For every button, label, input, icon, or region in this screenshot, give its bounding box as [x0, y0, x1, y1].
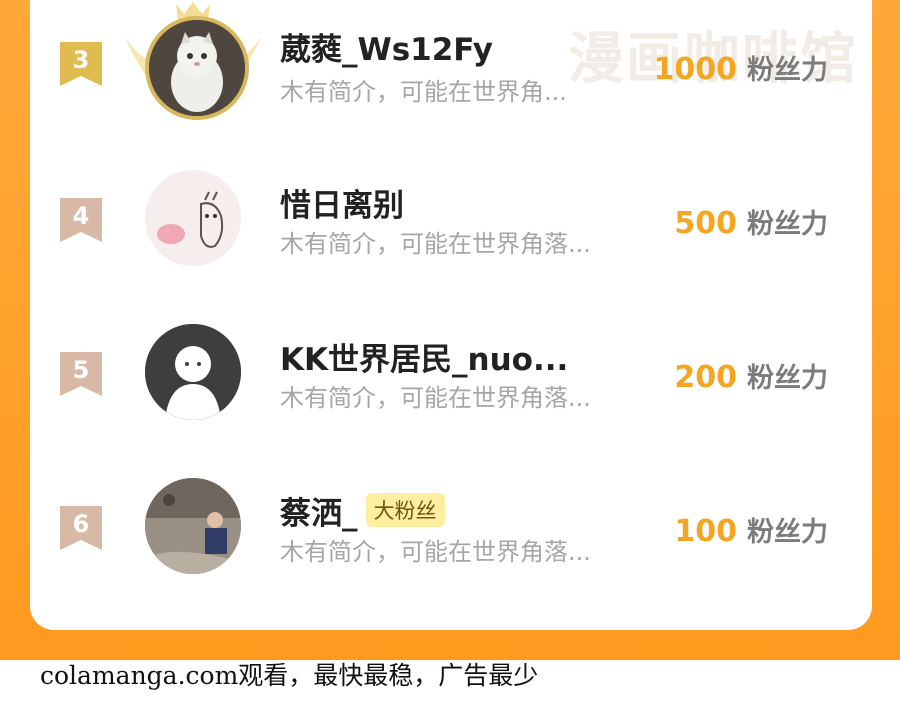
- user-bio: 木有简介，可能在世界角落...: [280, 538, 591, 566]
- avatar[interactable]: [145, 170, 241, 266]
- rank-medal: 6: [60, 506, 102, 550]
- list-item[interactable]: 5 KK世界居民_nuo... 木有简介，可能在世界角落... 200 粉丝力: [30, 306, 872, 436]
- footer-text: colamanga.com观看，最快最稳，广告最少: [40, 661, 539, 690]
- fan-power-unit: 粉丝力: [747, 209, 828, 240]
- user-name[interactable]: 葳蕤_Ws12Fy: [280, 24, 493, 69]
- list-item[interactable]: 6 蔡洒_ 大粉丝 木有简介，可能在世界角落... 100 粉丝力: [30, 460, 872, 590]
- fan-power-value: 500: [674, 206, 737, 241]
- list-item[interactable]: 3 葳蕤_Ws12Fy 木有简介，可能在世界角... 1000 粉丝力: [30, 0, 872, 130]
- rank-number: 4: [72, 202, 90, 230]
- avatar[interactable]: [145, 478, 241, 574]
- fan-power-unit: 粉丝力: [747, 55, 828, 86]
- fan-power-value: 200: [674, 360, 737, 395]
- fan-power: 1000 粉丝力: [654, 48, 829, 87]
- rank-number: 3: [72, 46, 90, 74]
- user-bio: 木有简介，可能在世界角...: [280, 78, 567, 106]
- fan-power-value: 100: [674, 514, 737, 549]
- default-user-icon: [145, 324, 241, 420]
- fan-power: 200 粉丝力: [674, 356, 828, 395]
- fan-power: 500 粉丝力: [674, 202, 828, 241]
- ranking-card: 漫画咖啡馆 3 葳蕤_Ws12Fy 木有简介，可能在世界角... 1000 粉丝…: [30, 0, 872, 630]
- user-name[interactable]: 蔡洒_ 大粉丝: [280, 488, 445, 533]
- user-bio: 木有简介，可能在世界角落...: [280, 384, 591, 412]
- rank-number: 5: [72, 356, 90, 384]
- rank-medal: 4: [60, 198, 102, 242]
- big-fan-badge: 大粉丝: [365, 493, 445, 527]
- fan-power-unit: 粉丝力: [747, 363, 828, 394]
- user-name[interactable]: KK世界居民_nuo...: [280, 334, 568, 379]
- fan-power-value: 1000: [653, 52, 738, 87]
- user-name-text: 蔡洒_: [280, 496, 358, 532]
- list-item[interactable]: 4 惜日离别 木有简介，可能在世界角落... 500 粉丝力: [30, 152, 872, 282]
- avatar[interactable]: [145, 324, 241, 420]
- avatar[interactable]: [145, 16, 249, 120]
- photo-avatar-image: [145, 478, 241, 574]
- fan-power: 100 粉丝力: [674, 510, 828, 549]
- rank-number: 6: [72, 510, 90, 538]
- user-name[interactable]: 惜日离别: [280, 180, 404, 225]
- user-bio: 木有简介，可能在世界角落...: [280, 230, 591, 258]
- rank-medal: 5: [60, 352, 102, 396]
- rank-medal: 3: [60, 42, 102, 86]
- cat-avatar-image: [149, 20, 245, 116]
- drawing-avatar-image: [145, 170, 241, 266]
- fan-power-unit: 粉丝力: [747, 517, 828, 548]
